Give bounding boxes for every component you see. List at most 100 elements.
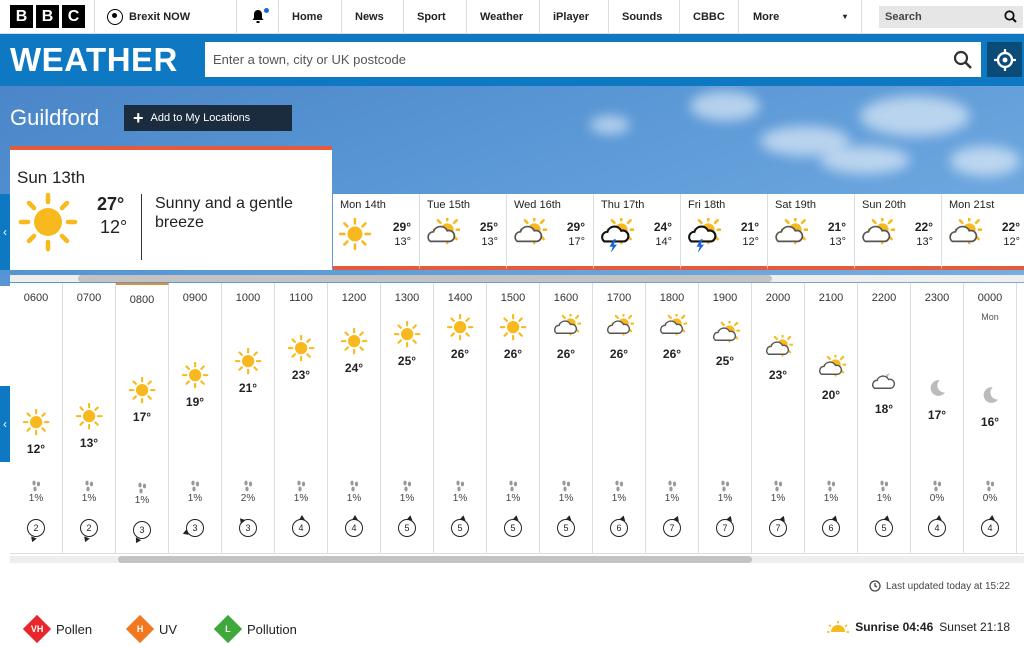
rain-chance: 1% [293, 493, 309, 504]
hour-column[interactable]: 2000 23° 1% 7 [752, 283, 805, 553]
hour-column[interactable]: 1800 26° 1% 7 [646, 283, 699, 553]
search-input[interactable]: Search [879, 5, 1023, 28]
wind-speed: 4 [345, 515, 363, 537]
hour-temperature: 18° [874, 402, 894, 416]
sunrise-time: Sunrise 04:46 [855, 620, 934, 634]
notifications-button[interactable] [236, 0, 278, 34]
wind-speed: 5 [875, 515, 893, 537]
nav-iplayer[interactable]: iPlayer [539, 0, 608, 34]
sunrise-icon [827, 621, 850, 633]
sun-cloud-icon [514, 215, 549, 245]
uv-link[interactable]: H UV [125, 614, 177, 644]
wind-direction-icon [406, 515, 413, 521]
hour-weather-icon [234, 347, 263, 381]
notification-dot [264, 7, 269, 13]
weather-title[interactable]: WEATHER [10, 41, 178, 79]
hours-scrollbar-thumb[interactable] [118, 556, 752, 563]
hour-time: 1700 [606, 292, 632, 304]
location-placeholder: Enter a town, city or UK postcode [213, 52, 406, 67]
day-high: 22° [1001, 220, 1020, 234]
search-label: Search [885, 10, 922, 23]
day-tab[interactable]: Fri 18th 21° 12° [681, 194, 768, 270]
logo-letter: B [10, 5, 33, 28]
day-high: 29° [392, 220, 411, 234]
sun-cloud-icon [862, 215, 897, 245]
rain-chance: 1% [876, 493, 892, 504]
hour-column[interactable]: 1500 26° 1% 5 [487, 283, 540, 553]
rain-chance: 1% [399, 493, 415, 504]
hour-column[interactable]: 1200 24° 1% 4 [328, 283, 381, 553]
rain-chance: 2% [240, 493, 256, 504]
hour-column[interactable]: 1900 25° 1% 7 [699, 283, 752, 553]
wind-speed: 6 [610, 515, 628, 537]
wind-speed: 2 [27, 519, 45, 543]
day-icon [513, 215, 549, 257]
hour-column[interactable]: 1700 26° 1% 6 [593, 283, 646, 553]
logo-letter: C [62, 5, 85, 28]
day-tab[interactable]: Sun 20th 22° 13° [855, 194, 942, 270]
day-tab[interactable]: Mon 21st 22° 12° [942, 194, 1024, 270]
hour-time: 1000 [235, 292, 261, 304]
hour-column[interactable]: 2200 18° 1% 5 [858, 283, 911, 553]
pollution-link[interactable]: L Pollution [213, 614, 297, 644]
nav-home[interactable]: Home [278, 0, 341, 34]
hour-column[interactable]: 2100 20° 1% 6 [805, 283, 858, 553]
nav-more-dropdown[interactable]: More ▾ [738, 0, 862, 34]
wind-direction-icon [619, 515, 626, 522]
hour-temperature: 19° [185, 395, 205, 409]
hour-temperature: 26° [450, 347, 470, 361]
day-tab[interactable]: Mon 14th 29° 13° [333, 194, 420, 270]
day-tab[interactable]: Sat 19th 21° 13° [768, 194, 855, 270]
hour-temperature: 26° [609, 347, 629, 361]
hour-temperature: 12° [26, 442, 46, 456]
hour-temperature: 24° [344, 361, 364, 375]
hour-column[interactable]: 1400 26° 1% 5 [434, 283, 487, 553]
add-to-locations-button[interactable]: + Add to My Locations [124, 105, 292, 131]
cloud-decoration [860, 96, 970, 136]
hour-column[interactable]: 0000 Mon 16° 0% 4 [964, 283, 1017, 553]
sun-icon [234, 347, 262, 375]
hour-column[interactable]: 0600 12° 1% 2 [10, 283, 63, 553]
hour-column[interactable]: 0800 17° 1% 3 [116, 283, 169, 553]
days-scrollbar-thumb[interactable] [78, 275, 772, 282]
hour-column[interactable]: 1300 25° 1% 5 [381, 283, 434, 553]
wind-speed: 4 [928, 515, 946, 537]
rain-chance: 1% [558, 493, 574, 504]
bbc-logo[interactable]: B B C [10, 5, 94, 28]
locate-me-button[interactable] [987, 42, 1022, 77]
day-low: 13° [829, 236, 846, 248]
hour-weather-icon [287, 334, 316, 368]
location-search-input[interactable]: Enter a town, city or UK postcode [205, 42, 981, 77]
hour-temperature: 13° [79, 436, 99, 450]
hour-column[interactable]: 1000 21° 2% 3 [222, 283, 275, 553]
pollen-link[interactable]: VH Pollen [22, 614, 93, 644]
today-forecast-card[interactable]: Sun 13th 27° 12° Sunny and a gentle bree… [10, 146, 332, 270]
day-tab[interactable]: Tue 15th 25° 13° [420, 194, 507, 270]
hour-column[interactable]: 1100 23° 1% 4 [275, 283, 328, 553]
rain-chance: 0% [929, 493, 945, 504]
hour-column[interactable]: 2300 17° 0% 4 [911, 283, 964, 553]
wind-speed: 7 [769, 515, 787, 537]
hour-column[interactable]: 0900 19° 1% 3 [169, 283, 222, 553]
nav-news[interactable]: News [341, 0, 403, 34]
search-icon[interactable] [953, 50, 973, 70]
day-tab[interactable]: Thu 17th 24° 14° [594, 194, 681, 270]
hours-scroll-left-button[interactable]: ‹ [0, 386, 10, 462]
days-scroll-left-button[interactable]: ‹ [0, 194, 10, 270]
brexit-now-link[interactable]: Brexit NOW [94, 0, 236, 34]
nav-cbbc[interactable]: CBBC [679, 0, 738, 34]
nav-sounds[interactable]: Sounds [608, 0, 679, 34]
hour-weather-icon [446, 313, 475, 347]
nav-weather[interactable]: Weather [466, 0, 539, 34]
day-high: 24° [653, 220, 672, 234]
hour-column[interactable]: 0700 13° 1% 2 [63, 283, 116, 553]
nav-sport[interactable]: Sport [403, 0, 466, 34]
day-icon [338, 217, 373, 257]
sun-icon [393, 320, 421, 348]
last-updated: Last updated today at 15:22 [869, 580, 1010, 592]
day-tab[interactable]: Wed 16th 29° 17° [507, 194, 594, 270]
rain-chance: 1% [664, 493, 680, 504]
hour-column[interactable]: 1600 26° 1% 5 [540, 283, 593, 553]
wind-direction-icon [135, 537, 142, 544]
pollen-label: Pollen [56, 621, 93, 637]
